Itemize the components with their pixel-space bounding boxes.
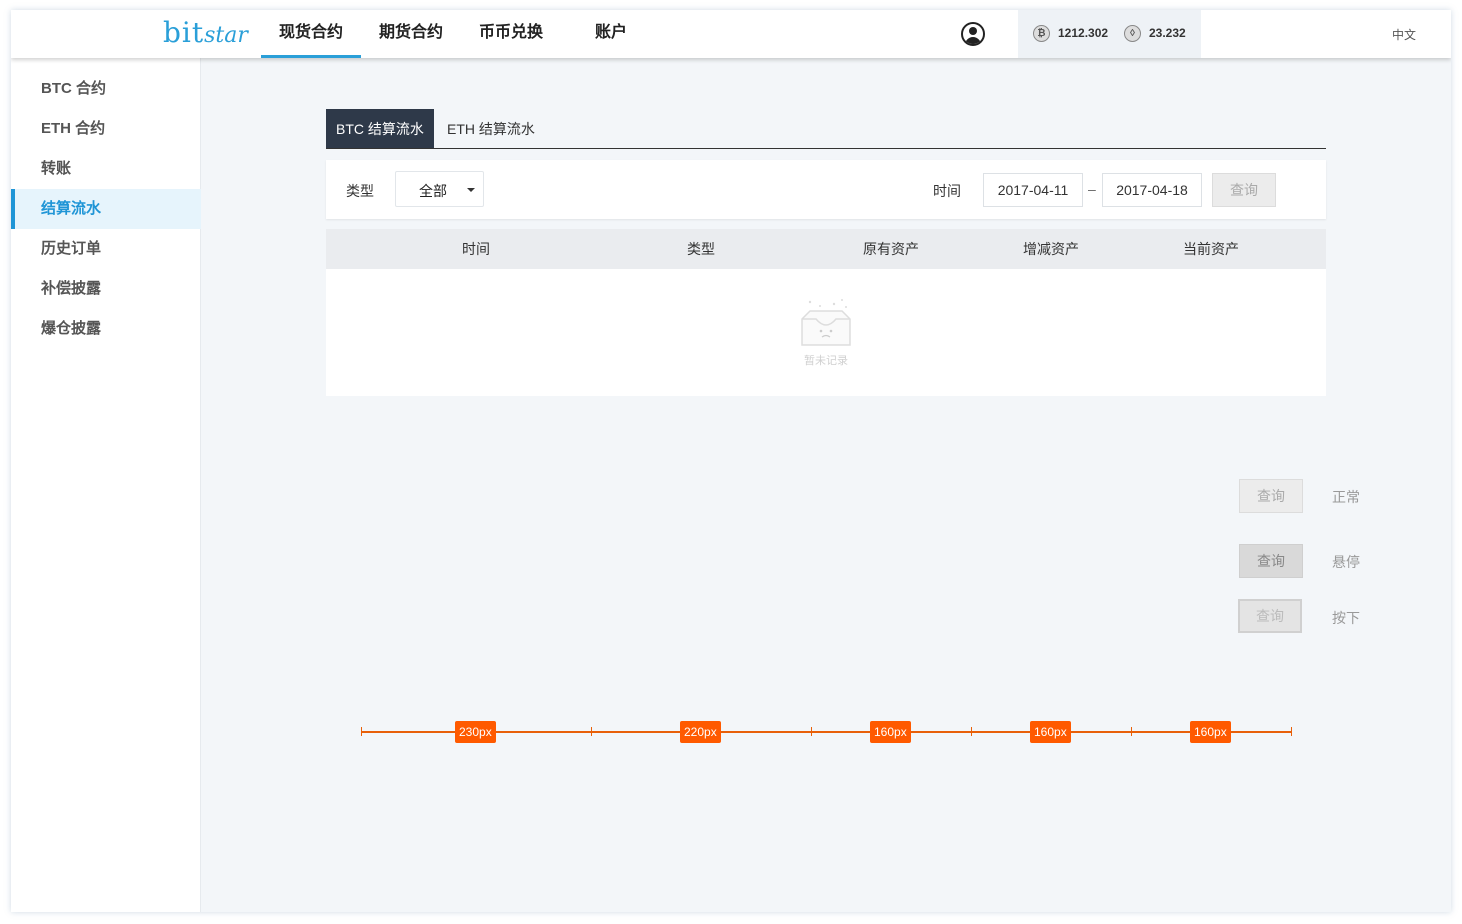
state-label-normal: 正常 <box>1332 489 1360 505</box>
date-from-input[interactable]: 2017-04-11 <box>983 173 1083 207</box>
type-label: 类型 <box>346 183 374 199</box>
top-navbar: bitstar 现货合约 期货合约 币币兑换 账户 ₿ 1212.302 ◊ 2… <box>11 10 1451 58</box>
sidebar: BTC 合约 ETH 合约 转账 结算流水 历史订单 补偿披露 爆仓披露 <box>11 58 201 912</box>
empty-state-text: 暂未记录 <box>804 355 848 367</box>
ruler-label: 160px <box>870 721 911 743</box>
date-to-input[interactable]: 2017-04-18 <box>1102 173 1202 207</box>
state-label-pressed: 按下 <box>1332 610 1360 626</box>
language-switch[interactable]: 中文 <box>1392 26 1416 43</box>
filter-bar: 类型 全部 时间 2017-04-11 – 2017-04-18 查询 <box>326 160 1326 219</box>
ruler-label: 160px <box>1190 721 1231 743</box>
sidebar-item-transfer[interactable]: 转账 <box>11 149 201 189</box>
ruler-tick <box>971 727 972 736</box>
query-button-normal[interactable]: 查询 <box>1239 479 1303 513</box>
logo-main: bit <box>163 16 205 49</box>
ruler-label: 160px <box>1030 721 1071 743</box>
tab-btc-settlement[interactable]: BTC 结算流水 <box>326 109 434 149</box>
table-body: 暂未记录 <box>326 269 1326 396</box>
ruler-label: 220px <box>680 721 721 743</box>
nav-spot-contract[interactable]: 现货合约 <box>261 10 361 58</box>
column-header-original-assets: 原有资产 <box>863 241 919 257</box>
type-select-value: 全部 <box>419 183 447 199</box>
query-button[interactable]: 查询 <box>1212 173 1276 207</box>
sidebar-item-compensation[interactable]: 补偿披露 <box>11 269 201 309</box>
column-header-current-assets: 当前资产 <box>1183 241 1239 257</box>
ruler-tick <box>591 727 592 736</box>
ruler-tick <box>1131 727 1132 736</box>
time-label: 时间 <box>933 183 961 199</box>
ruler-tick <box>361 727 362 736</box>
column-header-type: 类型 <box>687 241 715 257</box>
sidebar-item-btc-contract[interactable]: BTC 合约 <box>11 69 201 109</box>
tab-underline <box>326 148 1326 149</box>
user-avatar-icon[interactable] <box>961 22 985 46</box>
date-separator: – <box>1088 181 1096 197</box>
chevron-down-icon <box>467 188 475 192</box>
app-window: bitstar 现货合约 期货合约 币币兑换 账户 ₿ 1212.302 ◊ 2… <box>11 10 1451 912</box>
state-label-hover: 悬停 <box>1332 554 1360 570</box>
table-header: 时间 类型 原有资产 增减资产 当前资产 <box>326 229 1326 269</box>
sidebar-item-order-history[interactable]: 历史订单 <box>11 229 201 269</box>
bitcoin-icon: ₿ <box>1033 25 1050 42</box>
column-width-ruler <box>361 731 1291 733</box>
ethereum-icon: ◊ <box>1124 25 1141 42</box>
nav-futures-contract[interactable]: 期货合约 <box>361 10 461 58</box>
ruler-label: 230px <box>455 721 496 743</box>
empty-inbox-icon <box>801 299 851 346</box>
balance-panel: ₿ 1212.302 ◊ 23.232 <box>1018 10 1201 58</box>
query-button-hover[interactable]: 查询 <box>1239 544 1303 578</box>
ruler-tick <box>1291 727 1292 736</box>
sidebar-item-settlement[interactable]: 结算流水 <box>11 189 201 229</box>
logo-sub: star <box>204 23 248 48</box>
nav-coin-exchange[interactable]: 币币兑换 <box>461 10 561 58</box>
bitstar-logo[interactable]: bitstar <box>163 16 248 49</box>
column-header-time: 时间 <box>462 241 490 257</box>
sidebar-item-liquidation[interactable]: 爆仓披露 <box>11 309 201 349</box>
eth-balance: 23.232 <box>1149 26 1186 40</box>
ruler-tick <box>811 727 812 736</box>
column-header-change-assets: 增减资产 <box>1023 241 1079 257</box>
tab-eth-settlement[interactable]: ETH 结算流水 <box>437 109 545 149</box>
type-select[interactable]: 全部 <box>395 171 484 207</box>
sidebar-item-eth-contract[interactable]: ETH 合约 <box>11 109 201 149</box>
btc-balance: 1212.302 <box>1058 26 1109 40</box>
nav-account[interactable]: 账户 <box>561 10 661 58</box>
query-button-pressed[interactable]: 查询 <box>1238 599 1302 633</box>
